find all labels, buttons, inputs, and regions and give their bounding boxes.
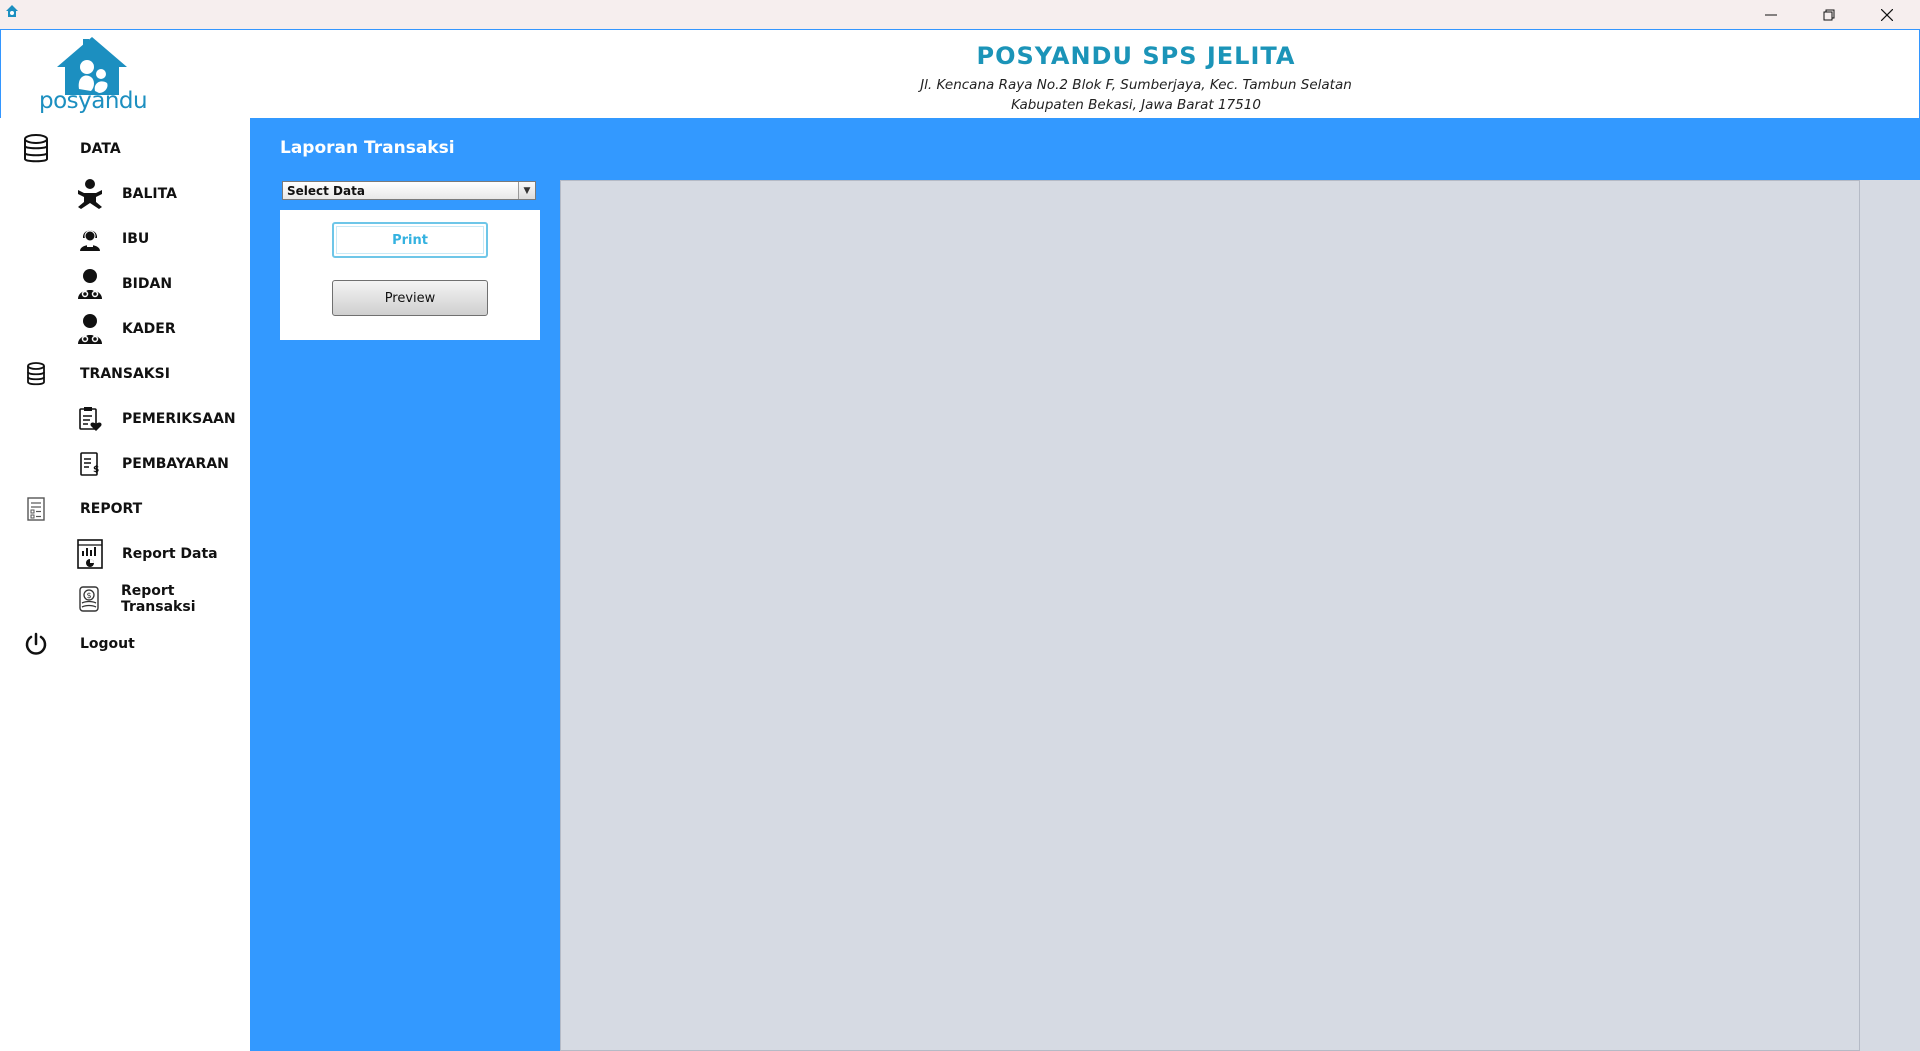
- sidebar-item-transaksi[interactable]: TRANSAKSI: [18, 356, 238, 392]
- sidebar-item-label: Report Data: [122, 546, 218, 562]
- window-titlebar: [0, 0, 1920, 29]
- sidebar-item-label: BIDAN: [122, 276, 173, 292]
- app-icon: [6, 5, 18, 17]
- sidebar-item-logout[interactable]: Logout: [18, 626, 238, 662]
- close-button[interactable]: [1858, 0, 1916, 29]
- sidebar-item-pemeriksaan[interactable]: PEMERIKSAAN: [72, 401, 250, 437]
- report-money-icon: $: [72, 581, 107, 617]
- cadre-icon: [72, 311, 108, 347]
- close-icon: [1881, 8, 1893, 21]
- sidebar-item-kader[interactable]: KADER: [72, 311, 250, 347]
- sidebar-item-report-transaksi[interactable]: $ Report Transaksi: [72, 581, 250, 617]
- svg-text:$: $: [87, 591, 92, 600]
- sidebar-item-label: BALITA: [122, 186, 177, 202]
- midwife-icon: [72, 266, 108, 302]
- report-list-icon: [18, 491, 54, 527]
- restore-icon: [1823, 9, 1835, 20]
- sidebar-item-bidan[interactable]: BIDAN: [72, 266, 250, 302]
- sidebar-item-report[interactable]: REPORT: [18, 491, 238, 527]
- minimize-button[interactable]: [1742, 0, 1800, 29]
- action-panel: Print Preview: [280, 210, 540, 340]
- report-preview-margin: [1860, 180, 1920, 1051]
- report-preview-area: [560, 180, 1860, 1051]
- main-panel: Laporan Transaksi Select Data ▼ Print Pr…: [250, 118, 1920, 1051]
- data-select[interactable]: Select Data ▼: [282, 181, 536, 200]
- sidebar-item-label: Logout: [80, 636, 135, 652]
- sidebar-item-label: REPORT: [80, 501, 143, 517]
- organization-address-line2: Kabupaten Bekasi, Jawa Barat 17510: [1011, 97, 1261, 113]
- mother-icon: [72, 221, 108, 257]
- sidebar-item-label: IBU: [122, 231, 150, 247]
- power-icon: [18, 626, 54, 662]
- svg-text:$: $: [93, 465, 99, 475]
- organization-title: POSYANDU SPS JELITA: [976, 42, 1296, 70]
- sidebar-item-balita[interactable]: BALITA: [72, 176, 250, 212]
- database-icon: [18, 131, 54, 167]
- sidebar-item-ibu[interactable]: IBU: [72, 221, 250, 257]
- sidebar-item-pembayaran[interactable]: $ PEMBAYARAN: [72, 446, 250, 482]
- preview-button[interactable]: Preview: [332, 280, 488, 316]
- restore-button[interactable]: [1800, 0, 1858, 29]
- payment-document-icon: $: [72, 446, 108, 482]
- checkup-clipboard-icon: [72, 401, 108, 437]
- database-icon: [18, 356, 54, 392]
- sidebar-item-label: PEMERIKSAAN: [122, 411, 236, 427]
- organization-address-line1: Jl. Kencana Raya No.2 Blok F, Sumberjaya…: [920, 77, 1352, 93]
- sidebar-item-label: TRANSAKSI: [80, 366, 170, 382]
- sidebar-item-report-data[interactable]: Report Data: [72, 536, 250, 572]
- print-button[interactable]: Print: [332, 222, 488, 258]
- sidebar-item-label: PEMBAYARAN: [122, 456, 229, 472]
- sidebar-item-label: DATA: [80, 141, 121, 157]
- minimize-icon: [1765, 14, 1777, 15]
- sidebar-item-label: KADER: [122, 321, 176, 337]
- sidebar: DATA BALITA IBU BIDAN KADER TRANSAKSI PE…: [0, 118, 250, 1051]
- chevron-down-icon[interactable]: ▼: [518, 182, 535, 199]
- report-chart-icon: [72, 536, 108, 572]
- sidebar-item-data[interactable]: DATA: [18, 131, 238, 167]
- logo-text: posyandu: [39, 88, 148, 114]
- page-title: Laporan Transaksi: [280, 138, 455, 158]
- app-header: posyandu POSYANDU SPS JELITA Jl. Kencana…: [0, 29, 1920, 118]
- select-value: Select Data: [287, 184, 365, 198]
- sidebar-item-label: Report Transaksi: [120, 583, 196, 615]
- baby-icon: [72, 176, 108, 212]
